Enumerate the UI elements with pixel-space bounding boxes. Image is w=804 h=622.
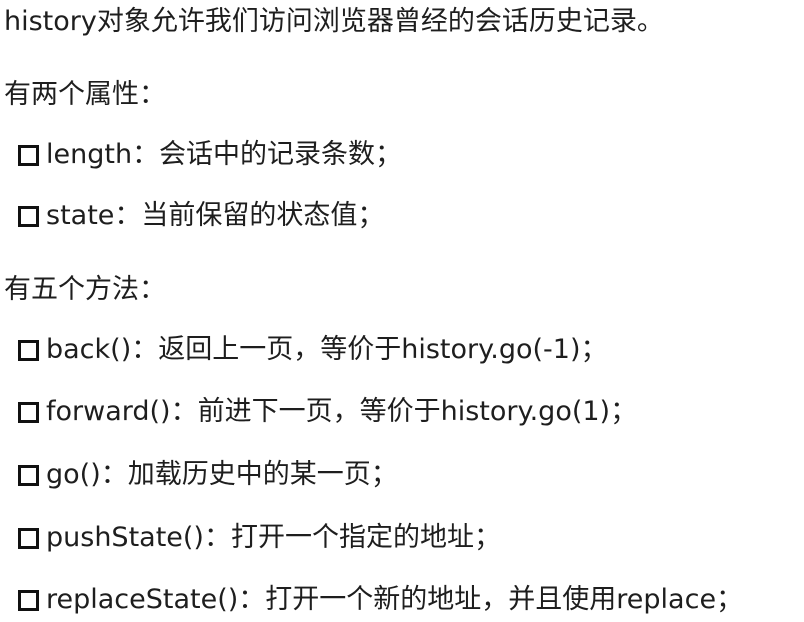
method-text: go()：加载历史中的某一页；: [46, 459, 398, 490]
checkbox-bullet-icon: [18, 339, 39, 361]
checkbox-bullet-icon: [18, 589, 39, 611]
property-text: state：当前保留的状态值；: [46, 200, 385, 231]
method-item-back: back()：返回上一页，等价于history.go(-1)；: [18, 332, 607, 368]
method-item-forward: forward()：前进下一页，等价于history.go(1)；: [18, 394, 637, 430]
method-text: forward()：前进下一页，等价于history.go(1)；: [46, 396, 638, 427]
properties-heading: 有两个属性：: [4, 79, 166, 110]
method-text: pushState()：打开一个指定的地址；: [46, 522, 501, 553]
checkbox-bullet-icon: [18, 527, 39, 549]
checkbox-bullet-icon: [18, 205, 39, 227]
intro-text: history对象允许我们访问浏览器曾经的会话历史记录。: [4, 6, 664, 37]
checkbox-bullet-icon: [18, 144, 39, 166]
method-text: replaceState()：打开一个新的地址，并且使用replace；: [46, 584, 744, 615]
property-text: length：会话中的记录条数；: [46, 139, 403, 170]
property-item-length: length：会话中的记录条数；: [18, 137, 402, 173]
method-item-replacestate: replaceState()：打开一个新的地址，并且使用replace；: [18, 582, 743, 618]
methods-heading: 有五个方法：: [4, 274, 166, 305]
method-text: back()：返回上一页，等价于history.go(-1)；: [46, 334, 608, 365]
checkbox-bullet-icon: [18, 464, 39, 486]
method-item-pushstate: pushState()：打开一个指定的地址；: [18, 520, 501, 556]
property-item-state: state：当前保留的状态值；: [18, 198, 384, 234]
method-item-go: go()：加载历史中的某一页；: [18, 457, 398, 493]
checkbox-bullet-icon: [18, 401, 39, 423]
